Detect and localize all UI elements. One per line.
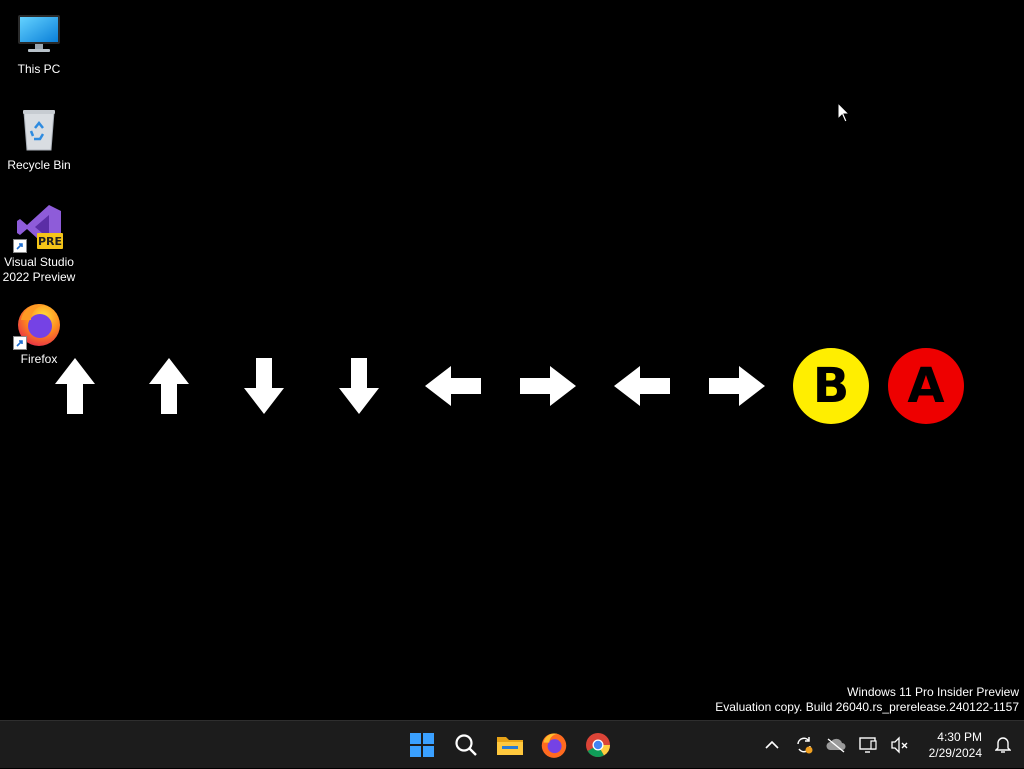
firefox-icon [13, 300, 63, 350]
desktop-icon-visual-studio[interactable]: PRE Visual Studio 2022 Preview [2, 203, 76, 285]
arrow-up-icon [129, 345, 209, 427]
start-button[interactable] [402, 725, 442, 765]
sync-tray-button[interactable] [788, 729, 820, 761]
a-button-icon: A [886, 345, 966, 427]
file-explorer-button[interactable] [490, 725, 530, 765]
b-button-icon: B [791, 345, 871, 427]
onedrive-tray-button[interactable] [820, 729, 852, 761]
search-icon [455, 734, 477, 756]
network-icon [859, 737, 877, 753]
desktop-icon-label: Visual Studio 2022 Preview [2, 255, 76, 284]
recycle-bin-icon [15, 106, 63, 154]
chrome-icon [586, 733, 610, 758]
arrow-up-icon [35, 345, 115, 427]
watermark-line-1: Windows 11 Pro Insider Preview [847, 685, 1019, 699]
desktop-icon-label: This PC [17, 62, 61, 76]
evaluation-watermark: Windows 11 Pro Insider Preview Evaluatio… [715, 685, 1019, 715]
a-button-letter: A [888, 348, 964, 424]
taskbar: 4:30 PM 2/29/2024 [0, 720, 1024, 768]
show-hidden-icons-button[interactable] [756, 729, 788, 761]
mouse-cursor-icon [837, 101, 851, 124]
button-sequence: B A [40, 345, 980, 427]
monitor-icon [15, 10, 63, 58]
watermark-line-2: Evaluation copy. Build 26040.rs_prerelea… [715, 700, 1019, 714]
arrow-left-icon [413, 345, 493, 427]
notifications-button[interactable] [988, 729, 1018, 761]
taskbar-pinned-apps [402, 721, 618, 769]
clock-date: 2/29/2024 [928, 746, 982, 760]
firefox-icon [541, 733, 567, 758]
clock-time: 4:30 PM [937, 730, 982, 744]
windows-start-icon [410, 733, 434, 757]
b-button-letter: B [793, 348, 869, 424]
file-explorer-icon [497, 737, 523, 755]
arrow-right-icon [508, 345, 588, 427]
volume-tray-button[interactable] [884, 729, 916, 761]
shortcut-arrow-icon [13, 336, 27, 350]
system-tray: 4:30 PM 2/29/2024 [756, 721, 1024, 769]
desktop-icon-recycle-bin[interactable]: Recycle Bin [2, 106, 76, 173]
arrow-down-icon [224, 345, 304, 427]
onedrive-offline-icon [826, 738, 846, 753]
desktop-icon-this-pc[interactable]: This PC [2, 10, 76, 77]
chevron-up-icon [765, 740, 779, 749]
arrow-down-icon [319, 345, 399, 427]
chrome-taskbar-button[interactable] [578, 725, 618, 765]
sync-icon [797, 737, 813, 754]
arrow-right-icon [697, 345, 777, 427]
shortcut-arrow-icon [13, 239, 27, 253]
network-tray-button[interactable] [852, 729, 884, 761]
visual-studio-icon: PRE [13, 203, 63, 253]
desktop: This PC Recycle Bin PRE Visual Studio 20… [0, 0, 1024, 720]
bell-icon [995, 737, 1011, 753]
desktop-icon-label: Recycle Bin [7, 158, 71, 172]
firefox-taskbar-button[interactable] [534, 725, 574, 765]
clock[interactable]: 4:30 PM 2/29/2024 [916, 729, 988, 761]
arrow-left-icon [602, 345, 682, 427]
volume-muted-icon [891, 736, 908, 754]
pre-badge: PRE [38, 235, 62, 248]
search-button[interactable] [446, 725, 486, 765]
